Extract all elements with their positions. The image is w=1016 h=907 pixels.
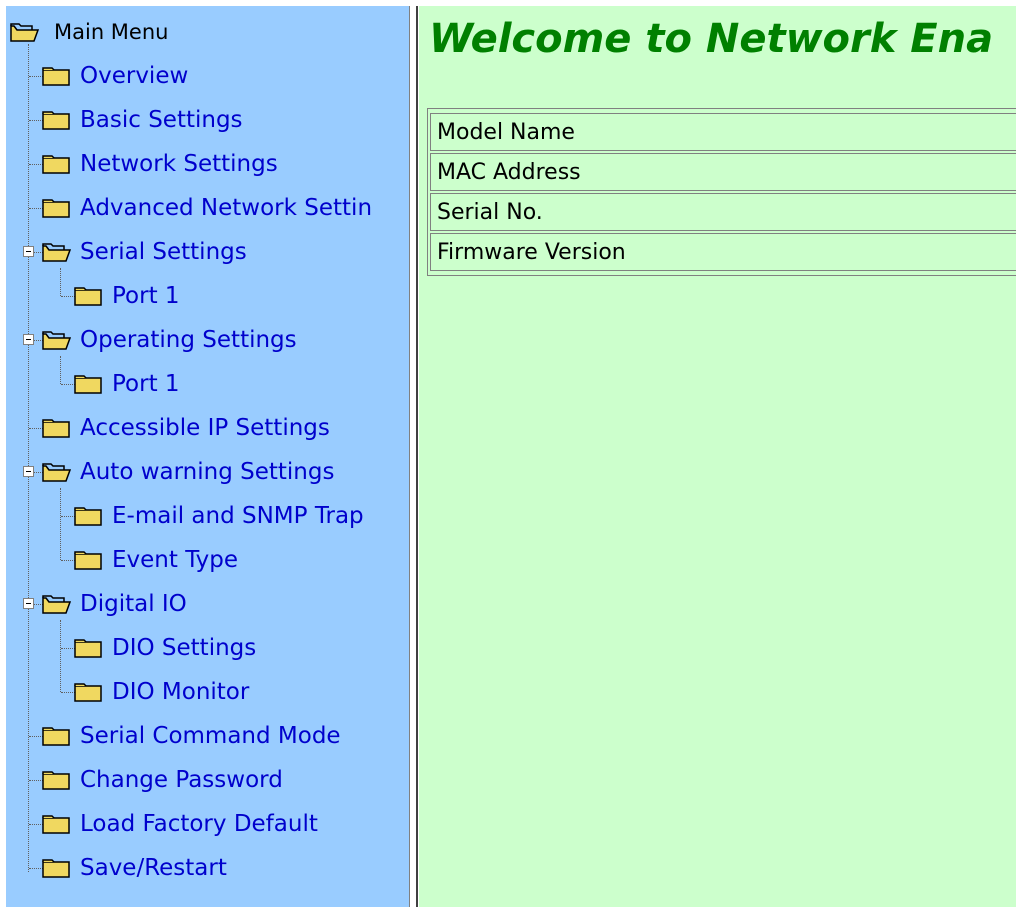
sidebar-item-advanced-network-settings[interactable]: Advanced Network Settin <box>42 191 372 225</box>
sidebar-item-serial-command-mode[interactable]: Serial Command Mode <box>42 719 341 753</box>
sidebar-item-label: Port 1 <box>112 283 180 309</box>
sidebar-item-label: Accessible IP Settings <box>80 415 330 441</box>
device-info-table: Model Name MAC Address Serial No. Firmwa… <box>427 108 1016 276</box>
folder-icon <box>42 771 70 790</box>
table-row: Model Name <box>430 113 1016 151</box>
table-row: Firmware Version <box>430 233 1016 271</box>
sidebar-tree: Main Menu Overview Basic Settings Networ… <box>6 6 409 907</box>
tree-connector <box>61 648 75 649</box>
folder-icon <box>42 727 70 746</box>
sidebar-item-accessible-ip-settings[interactable]: Accessible IP Settings <box>42 411 330 445</box>
sidebar-item-overview[interactable]: Overview <box>42 59 188 93</box>
sidebar-item-auto-warning-settings[interactable]: Auto warning Settings <box>42 455 334 489</box>
tree-guide-line <box>60 620 61 692</box>
folder-icon <box>42 155 70 174</box>
sidebar-item-network-settings[interactable]: Network Settings <box>42 147 278 181</box>
folder-icon <box>42 815 70 834</box>
sidebar-subitem-email-snmp-trap[interactable]: E-mail and SNMP Trap <box>74 499 364 533</box>
folder-icon <box>74 683 102 702</box>
sidebar-item-label: Serial Command Mode <box>80 723 341 749</box>
tree-connector <box>29 824 43 825</box>
sidebar-item-load-factory-default[interactable]: Load Factory Default <box>42 807 318 841</box>
folder-open-icon <box>42 243 72 262</box>
tree-connector <box>29 868 43 869</box>
folder-icon <box>74 639 102 658</box>
tree-connector <box>29 120 43 121</box>
collapse-toggle-icon[interactable] <box>23 466 34 477</box>
folder-open-icon <box>10 23 40 42</box>
sidebar-subitem-dio-monitor[interactable]: DIO Monitor <box>74 675 249 709</box>
page-title: Welcome to Network Ena <box>429 16 994 62</box>
tree-connector <box>61 560 75 561</box>
info-label-mac-address: MAC Address <box>437 159 581 185</box>
sidebar-item-label: Port 1 <box>112 371 180 397</box>
sidebar-item-label: DIO Settings <box>112 635 257 661</box>
tree-connector <box>61 516 75 517</box>
sidebar-item-label: Change Password <box>80 767 283 793</box>
tree-connector <box>61 296 75 297</box>
folder-icon <box>42 111 70 130</box>
sidebar-item-label: E-mail and SNMP Trap <box>112 503 364 529</box>
tree-connector <box>29 428 43 429</box>
sidebar-item-label: Advanced Network Settin <box>80 195 373 221</box>
sidebar-item-label: Digital IO <box>80 591 187 617</box>
tree-connector <box>29 736 43 737</box>
folder-icon <box>74 375 102 394</box>
tree-root-label: Main Menu <box>54 20 169 44</box>
sidebar-subitem-serial-port-1[interactable]: Port 1 <box>74 279 180 313</box>
sidebar-item-serial-settings[interactable]: Serial Settings <box>42 235 247 269</box>
tree-guide-line <box>28 44 29 872</box>
collapse-toggle-icon[interactable] <box>23 334 34 345</box>
sidebar-item-label: Operating Settings <box>80 327 297 353</box>
table-row: MAC Address <box>430 153 1016 191</box>
sidebar-item-label: Auto warning Settings <box>80 459 335 485</box>
folder-open-icon <box>42 595 72 614</box>
sidebar-subitem-dio-settings[interactable]: DIO Settings <box>74 631 256 665</box>
tree-connector <box>29 780 43 781</box>
sidebar-subitem-event-type[interactable]: Event Type <box>74 543 238 577</box>
info-label-firmware-version: Firmware Version <box>437 239 626 265</box>
folder-icon <box>42 199 70 218</box>
folder-open-icon <box>42 463 72 482</box>
tree-guide-line <box>60 356 61 384</box>
sidebar-item-label: Load Factory Default <box>80 811 318 837</box>
tree-guide-line <box>60 488 61 560</box>
sidebar-item-label: Basic Settings <box>80 107 243 133</box>
tree-guide-line <box>60 268 61 296</box>
table-row: Serial No. <box>430 193 1016 231</box>
info-label-serial-no: Serial No. <box>437 199 543 225</box>
folder-open-icon <box>42 331 72 350</box>
main-content: Welcome to Network Ena Model Name MAC Ad… <box>419 6 1016 907</box>
sidebar-item-digital-io[interactable]: Digital IO <box>42 587 187 621</box>
info-label-model-name: Model Name <box>437 119 575 145</box>
tree-connector <box>29 164 43 165</box>
tree-connector <box>61 384 75 385</box>
sidebar-item-label: Overview <box>80 63 189 89</box>
collapse-toggle-icon[interactable] <box>23 598 34 609</box>
folder-icon <box>42 419 70 438</box>
folder-icon <box>42 859 70 878</box>
frame-splitter[interactable] <box>409 6 419 907</box>
sidebar-item-label: Event Type <box>112 547 239 573</box>
sidebar-item-label: Network Settings <box>80 151 278 177</box>
tree-root-main-menu[interactable]: Main Menu <box>10 15 168 49</box>
folder-icon <box>74 287 102 306</box>
sidebar-item-basic-settings[interactable]: Basic Settings <box>42 103 243 137</box>
folder-icon <box>42 67 70 86</box>
sidebar-item-label: Save/Restart <box>80 855 227 881</box>
sidebar-subitem-operating-port-1[interactable]: Port 1 <box>74 367 180 401</box>
tree-connector <box>61 692 75 693</box>
tree-connector <box>29 76 43 77</box>
sidebar-item-operating-settings[interactable]: Operating Settings <box>42 323 297 357</box>
sidebar-item-label: Serial Settings <box>80 239 247 265</box>
folder-icon <box>74 551 102 570</box>
folder-icon <box>74 507 102 526</box>
sidebar-item-label: DIO Monitor <box>112 679 250 705</box>
sidebar-item-save-restart[interactable]: Save/Restart <box>42 851 227 885</box>
collapse-toggle-icon[interactable] <box>23 246 34 257</box>
tree-connector <box>29 208 43 209</box>
sidebar-item-change-password[interactable]: Change Password <box>42 763 283 797</box>
